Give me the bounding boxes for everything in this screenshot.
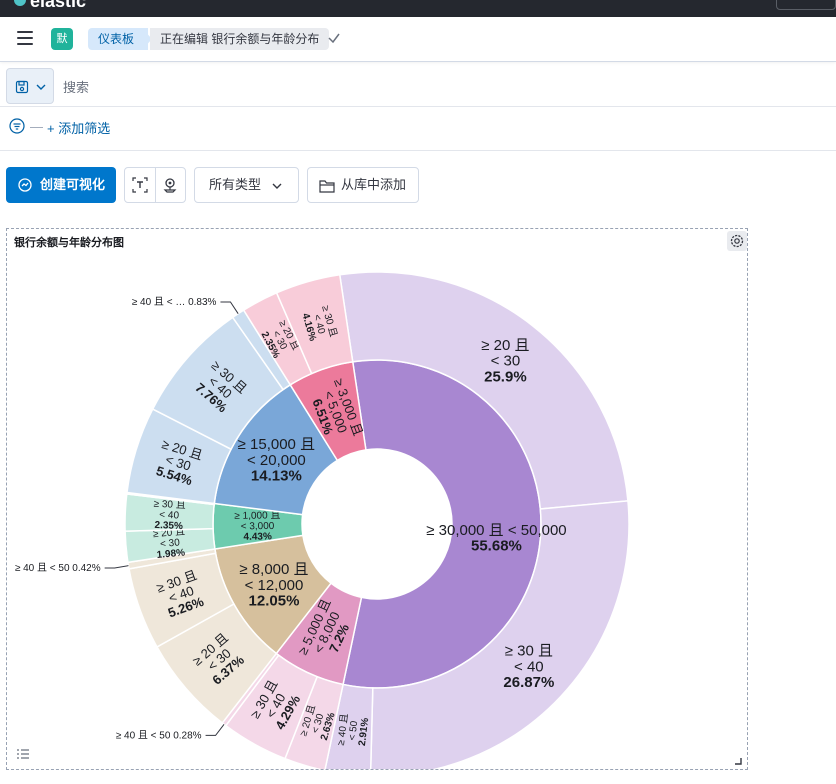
saved-query-button[interactable] bbox=[6, 68, 54, 104]
resize-handle-icon[interactable] bbox=[734, 757, 742, 765]
add-filter-button[interactable]: + 添加筛选 bbox=[47, 118, 110, 137]
breadcrumb-current: 正在编辑 银行余额与年龄分布 bbox=[150, 28, 330, 50]
legend-toggle-icon[interactable] bbox=[16, 748, 30, 760]
quick-add-group bbox=[124, 167, 186, 203]
lens-icon bbox=[18, 178, 32, 192]
filter-icon[interactable] bbox=[9, 118, 25, 134]
add-from-library-label: 从库中添加 bbox=[341, 177, 407, 192]
callout-label: ≥ 40 且 < … 0.83% bbox=[132, 296, 217, 308]
panel-title: 银行余额与年龄分布图 bbox=[14, 237, 124, 249]
sunburst-inner-label: ≥ 8,000 且< 12,000 12.05% bbox=[239, 561, 308, 610]
callout-label: ≥ 40 且 < 50 0.42% bbox=[15, 562, 101, 574]
filter-bar: — + 添加筛选 bbox=[0, 106, 836, 151]
group-divider bbox=[155, 168, 156, 202]
map-pin-icon[interactable] bbox=[162, 177, 178, 193]
callout-label: ≥ 40 且 < 50 0.28% bbox=[116, 729, 202, 741]
header-bar: 默 仪表板 正在编辑 银行余额与年龄分布 bbox=[0, 17, 836, 62]
menu-toggle-icon[interactable] bbox=[17, 31, 33, 45]
filter-separator: — bbox=[30, 119, 43, 134]
all-types-label: 所有类型 bbox=[209, 177, 262, 192]
space-badge[interactable]: 默 bbox=[51, 28, 73, 50]
query-bar bbox=[0, 62, 836, 107]
search-input[interactable] bbox=[56, 68, 836, 106]
callout-line bbox=[104, 565, 129, 569]
create-visualization-button[interactable]: 创建可视化 bbox=[6, 167, 116, 203]
visualization-panel[interactable]: ≥ 20 且< 30 25.9% ≥ 30 且< 40 26.87% ≥ 40 且< 5… bbox=[6, 228, 748, 770]
create-visualization-label: 创建可视化 bbox=[40, 177, 106, 192]
panel-options-button[interactable] bbox=[727, 231, 747, 251]
dashboard-toolbar: 创建可视化 所有类型 从库中添加 bbox=[0, 166, 836, 206]
callout-line bbox=[220, 301, 239, 314]
chevron-down-icon bbox=[36, 84, 46, 90]
sunburst-chart: ≥ 20 且< 30 25.9%≥ 30 且< 40 26.87%≥ 40 且< 5… bbox=[15, 271, 630, 769]
top-bar: elastic bbox=[0, 0, 836, 17]
all-types-dropdown[interactable]: 所有类型 bbox=[194, 167, 299, 203]
breadcrumb-dashboards[interactable]: 仪表板 bbox=[88, 28, 149, 50]
checkmark-icon[interactable] bbox=[327, 31, 341, 45]
user-menu[interactable] bbox=[776, 0, 836, 10]
add-from-library-button[interactable]: 从库中添加 bbox=[307, 167, 419, 203]
elastic-logo-icon[interactable] bbox=[14, 0, 26, 6]
gear-icon bbox=[730, 234, 744, 248]
text-icon[interactable] bbox=[132, 177, 148, 193]
folder-icon bbox=[319, 180, 335, 193]
callout-line bbox=[205, 723, 225, 736]
elastic-logo-text[interactable]: elastic bbox=[30, 0, 86, 12]
save-icon bbox=[15, 80, 29, 94]
chevron-down-icon bbox=[272, 183, 282, 189]
